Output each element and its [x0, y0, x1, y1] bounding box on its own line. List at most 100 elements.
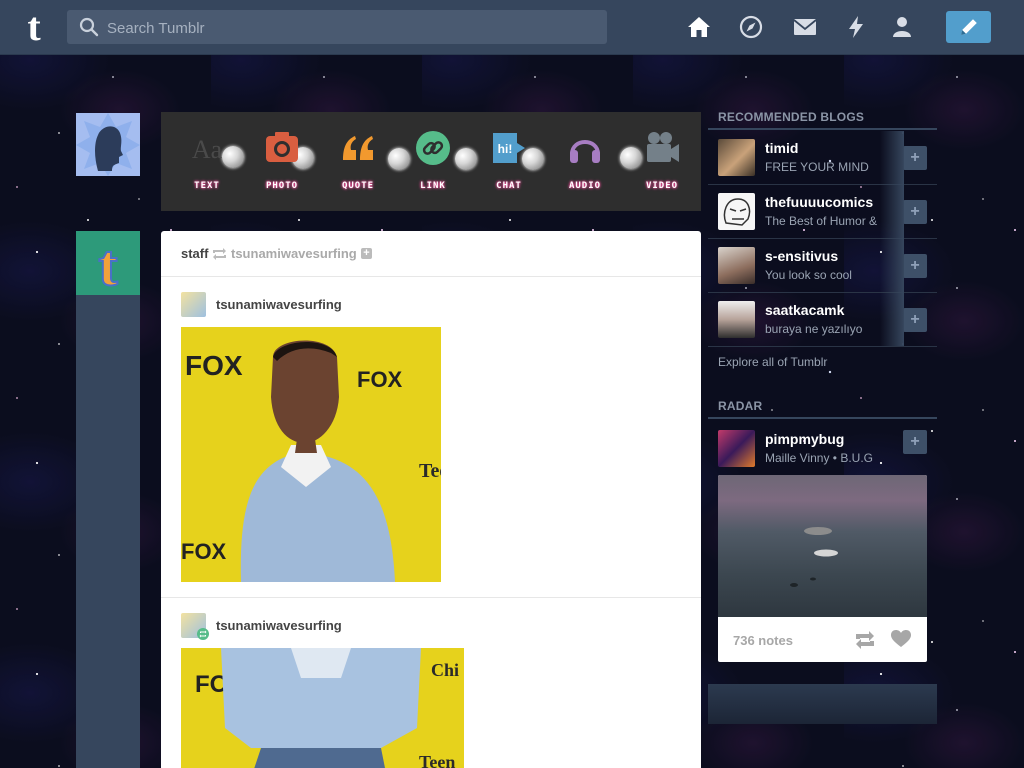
pencil-icon [961, 19, 977, 35]
inbox-mail-icon[interactable] [793, 15, 817, 39]
radar-photo[interactable] [718, 475, 927, 617]
follow-button[interactable]: + [903, 254, 927, 278]
post-type-label: LINK [420, 181, 446, 191]
tumblr-logo[interactable]: t [18, 7, 50, 47]
follow-button[interactable]: + [903, 430, 927, 454]
follow-button[interactable]: + [903, 308, 927, 332]
blog-description: buraya ne yazılıyo [765, 322, 863, 336]
link-icon [416, 131, 450, 165]
post-link-button[interactable]: LINK [403, 130, 463, 210]
camera-icon [266, 132, 298, 162]
reblogger-username[interactable]: staff [181, 246, 208, 261]
blog-name[interactable]: pimpmybug [765, 431, 844, 447]
post-type-label: PHOTO [265, 181, 299, 191]
quote-icon [343, 136, 373, 160]
search-icon [79, 17, 99, 37]
reblog-badge-icon [197, 628, 209, 640]
post-video-button[interactable]: VIDEO [632, 130, 692, 210]
blog-avatar[interactable] [718, 430, 755, 467]
post-photo[interactable]: FO Chi Teen [181, 648, 464, 768]
notes-count[interactable]: 736 notes [733, 633, 793, 648]
section-divider [708, 417, 937, 419]
headphones-icon [570, 140, 600, 163]
reblog-icon [213, 248, 226, 260]
activity-lightning-icon[interactable] [844, 15, 868, 39]
reblog-entry-header: tsunamiwavesurfing [181, 292, 581, 318]
explore-compass-icon[interactable] [739, 15, 763, 39]
entry-author-avatar[interactable] [181, 292, 206, 317]
svg-text:FOX: FOX [185, 350, 243, 381]
blog-description: FREE YOUR MIND [765, 160, 869, 174]
blog-avatar[interactable] [718, 193, 755, 230]
user-avatar[interactable] [76, 113, 140, 176]
post-quote-button[interactable]: QUOTE [328, 130, 388, 210]
rage-face-image [723, 198, 751, 226]
search-box[interactable] [67, 10, 607, 46]
chat-icon: hi! [493, 133, 525, 163]
follow-button[interactable]: + [903, 146, 927, 170]
entry-author-name[interactable]: tsunamiwavesurfing [216, 618, 342, 633]
staff-logo-image: t [97, 232, 119, 299]
top-navigation-bar: t [0, 0, 1024, 55]
follow-plus-icon[interactable]: + [361, 248, 372, 259]
account-person-icon[interactable] [890, 15, 914, 39]
dashboard-post: staff tsunamiwavesurfing + tsunamiwavesu… [161, 231, 701, 768]
follow-button[interactable]: + [903, 200, 927, 224]
silhouette-avatar-image [76, 113, 140, 176]
blog-description: The Best of Humor & [765, 214, 878, 228]
post-text-button[interactable]: Aa TEXT [177, 130, 237, 210]
reblog-icon[interactable] [854, 631, 876, 649]
post-avatar-column: t [76, 231, 140, 768]
photo-image: FOX FOX FOX Teen [181, 327, 441, 582]
post-photo-button[interactable]: PHOTO [252, 130, 312, 210]
section-divider [708, 128, 937, 130]
svg-text:hi!: hi! [498, 142, 513, 156]
recommended-blogs-title: RECOMMENDED BLOGS [718, 110, 865, 124]
compose-post-button[interactable] [946, 11, 991, 43]
entry-divider [161, 597, 701, 598]
blog-name[interactable]: thefuuuucomics [765, 194, 873, 210]
scroll-fade-overlay [880, 131, 904, 346]
blog-avatar[interactable] [718, 301, 755, 338]
blog-description: Maille Vinny • B.U.G [765, 451, 874, 465]
reblog-entry-header: tsunamiwavesurfing [181, 613, 581, 640]
explore-all-link[interactable]: Explore all of Tumblr [718, 355, 827, 369]
post-photo[interactable]: FOX FOX FOX Teen [181, 327, 441, 582]
blog-name[interactable]: timid [765, 140, 798, 156]
post-header: staff tsunamiwavesurfing + [161, 231, 701, 277]
radar-title: RADAR [718, 399, 763, 413]
like-heart-icon[interactable] [891, 630, 911, 648]
blog-description: You look so cool [765, 268, 852, 282]
svg-text:Aa: Aa [192, 135, 223, 164]
water-photo-image [790, 527, 838, 587]
blog-avatar[interactable] [718, 139, 755, 176]
blog-name[interactable]: s-ensitivus [765, 248, 838, 264]
post-type-label: AUDIO [568, 181, 602, 191]
svg-text:Chi: Chi [431, 660, 459, 680]
search-input[interactable] [105, 10, 599, 46]
svg-text:FOX: FOX [357, 367, 403, 392]
post-type-label: VIDEO [645, 181, 679, 191]
staff-avatar[interactable]: t [76, 231, 140, 299]
svg-text:Teen: Teen [419, 752, 455, 768]
svg-text:Teen: Teen [419, 460, 441, 482]
home-icon[interactable] [687, 15, 711, 39]
radar-post-card[interactable]: 736 notes [718, 475, 927, 662]
blog-name[interactable]: saatkacamk [765, 302, 844, 318]
sidebar-footer-panel [708, 684, 937, 724]
post-type-label: QUOTE [341, 181, 375, 191]
text-icon: Aa [192, 135, 223, 164]
blog-avatar[interactable] [718, 247, 755, 284]
entry-author-name[interactable]: tsunamiwavesurfing [216, 297, 342, 312]
radar-blog-item[interactable]: pimpmybug Maille Vinny • B.U.G + [708, 422, 937, 475]
post-type-bar: Aa TEXT PHOTO QUOTE LINK hi! CHAT AUDIO … [161, 112, 701, 211]
photo-image: FO Chi Teen [181, 648, 464, 768]
post-type-label: CHAT [496, 181, 522, 191]
post-chat-button[interactable]: hi! CHAT [479, 130, 539, 210]
svg-text:t: t [98, 233, 118, 295]
svg-text:FOX: FOX [181, 539, 227, 564]
reblogged-from-username[interactable]: tsunamiwavesurfing [231, 246, 357, 261]
post-audio-button[interactable]: AUDIO [555, 130, 615, 210]
video-camera-icon [647, 132, 679, 162]
post-type-label: TEXT [194, 181, 220, 191]
